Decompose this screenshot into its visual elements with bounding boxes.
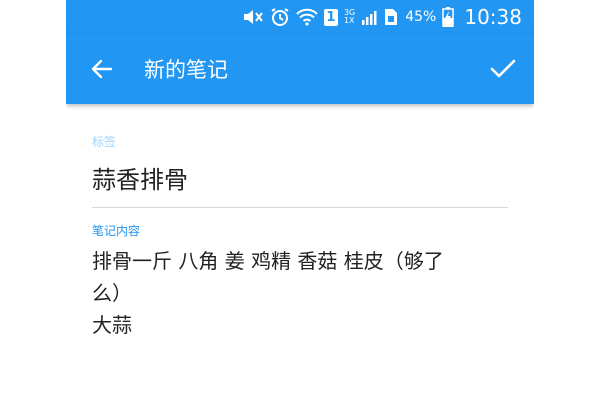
alarm-icon [270, 6, 290, 28]
sim-slot-icon: 1 [323, 8, 338, 26]
clock: 10:38 [464, 5, 522, 29]
note-form: 标签 蒜香排骨 笔记内容 排骨一斤 八角 姜 鸡精 香菇 桂皮（够了 么） 大蒜 [66, 133, 534, 341]
mute-icon [242, 6, 264, 28]
phone-screen: 1 3G 1X 45% 10:38 新的笔记 标签 蒜香排骨 笔记内容 排骨一斤… [66, 0, 534, 400]
wifi-icon [296, 6, 318, 28]
network-secondary: 1X [343, 16, 355, 25]
back-arrow-icon[interactable] [90, 57, 114, 81]
content-label: 笔记内容 [92, 224, 141, 238]
signal-icon [361, 6, 377, 28]
tag-label: 标签 [92, 135, 117, 149]
tag-input[interactable]: 蒜香排骨 [92, 160, 508, 208]
status-bar: 1 3G 1X 45% 10:38 [66, 0, 534, 34]
content-input[interactable]: 排骨一斤 八角 姜 鸡精 香菇 桂皮（够了 么） 大蒜 [92, 245, 502, 341]
network-type: 3G 1X [344, 9, 355, 25]
app-bar: 新的笔记 [66, 34, 534, 104]
battery-charging-icon [442, 6, 455, 28]
save-check-icon[interactable] [488, 54, 518, 84]
page-title: 新的笔记 [144, 58, 228, 82]
sim-card-icon [383, 6, 399, 28]
battery-percent: 45% [405, 9, 437, 25]
